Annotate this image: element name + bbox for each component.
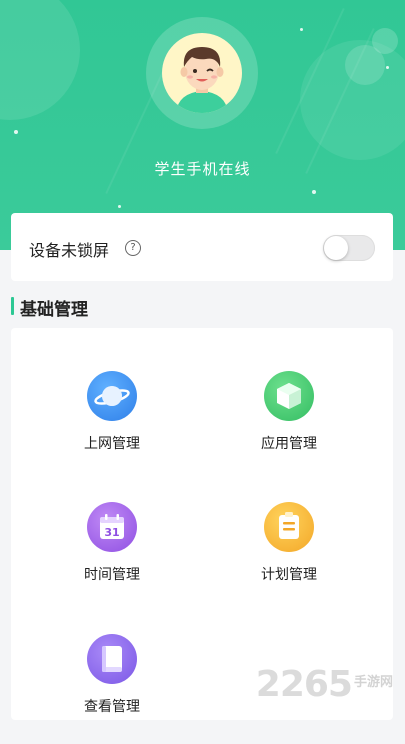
toggle-knob: [324, 236, 348, 260]
decor-dot: [14, 130, 18, 134]
lock-status-card: 设备未锁屏 ?: [11, 213, 393, 281]
decor-dot: [118, 205, 121, 208]
site-watermark: 2265 手游网: [256, 664, 393, 705]
tile-internet-management[interactable]: 上网管理: [42, 371, 182, 481]
tile-view-management[interactable]: 查看管理: [42, 634, 182, 744]
online-status-text: 学生手机在线: [154, 160, 251, 178]
decor-dot: [312, 190, 316, 194]
tile-label: 时间管理: [84, 567, 140, 583]
tile-time-management[interactable]: 31 时间管理: [42, 502, 182, 612]
section-title: 基础管理: [20, 300, 88, 320]
lock-status-label: 设备未锁屏: [29, 241, 110, 260]
book-icon: [87, 634, 137, 684]
decor-dot: [300, 28, 303, 31]
boy-avatar-icon[interactable]: [162, 33, 242, 113]
tile-label: 上网管理: [84, 436, 140, 452]
notepad-icon: [264, 502, 314, 552]
tile-plan-management[interactable]: 计划管理: [219, 502, 359, 612]
basic-management-grid: 上网管理 应用管理 31 时间管理 计划管理 查看管理: [11, 328, 393, 720]
decor-bubble: [0, 0, 80, 120]
decor-dot: [386, 66, 389, 69]
calendar-day-text: 31: [104, 526, 119, 539]
tile-label: 查看管理: [84, 699, 140, 715]
tile-label: 应用管理: [261, 436, 317, 452]
decor-bubble: [372, 28, 398, 54]
tile-label: 计划管理: [261, 567, 317, 583]
planet-icon: [87, 371, 137, 421]
tile-app-management[interactable]: 应用管理: [219, 371, 359, 481]
calendar-icon: 31: [87, 502, 137, 552]
section-accent-bar: [11, 297, 14, 315]
watermark-number: 2265: [255, 664, 353, 705]
help-icon[interactable]: ?: [125, 240, 141, 256]
lock-toggle[interactable]: [323, 235, 375, 261]
watermark-site-name: 手游网: [353, 675, 393, 690]
cube-icon: [264, 371, 314, 421]
